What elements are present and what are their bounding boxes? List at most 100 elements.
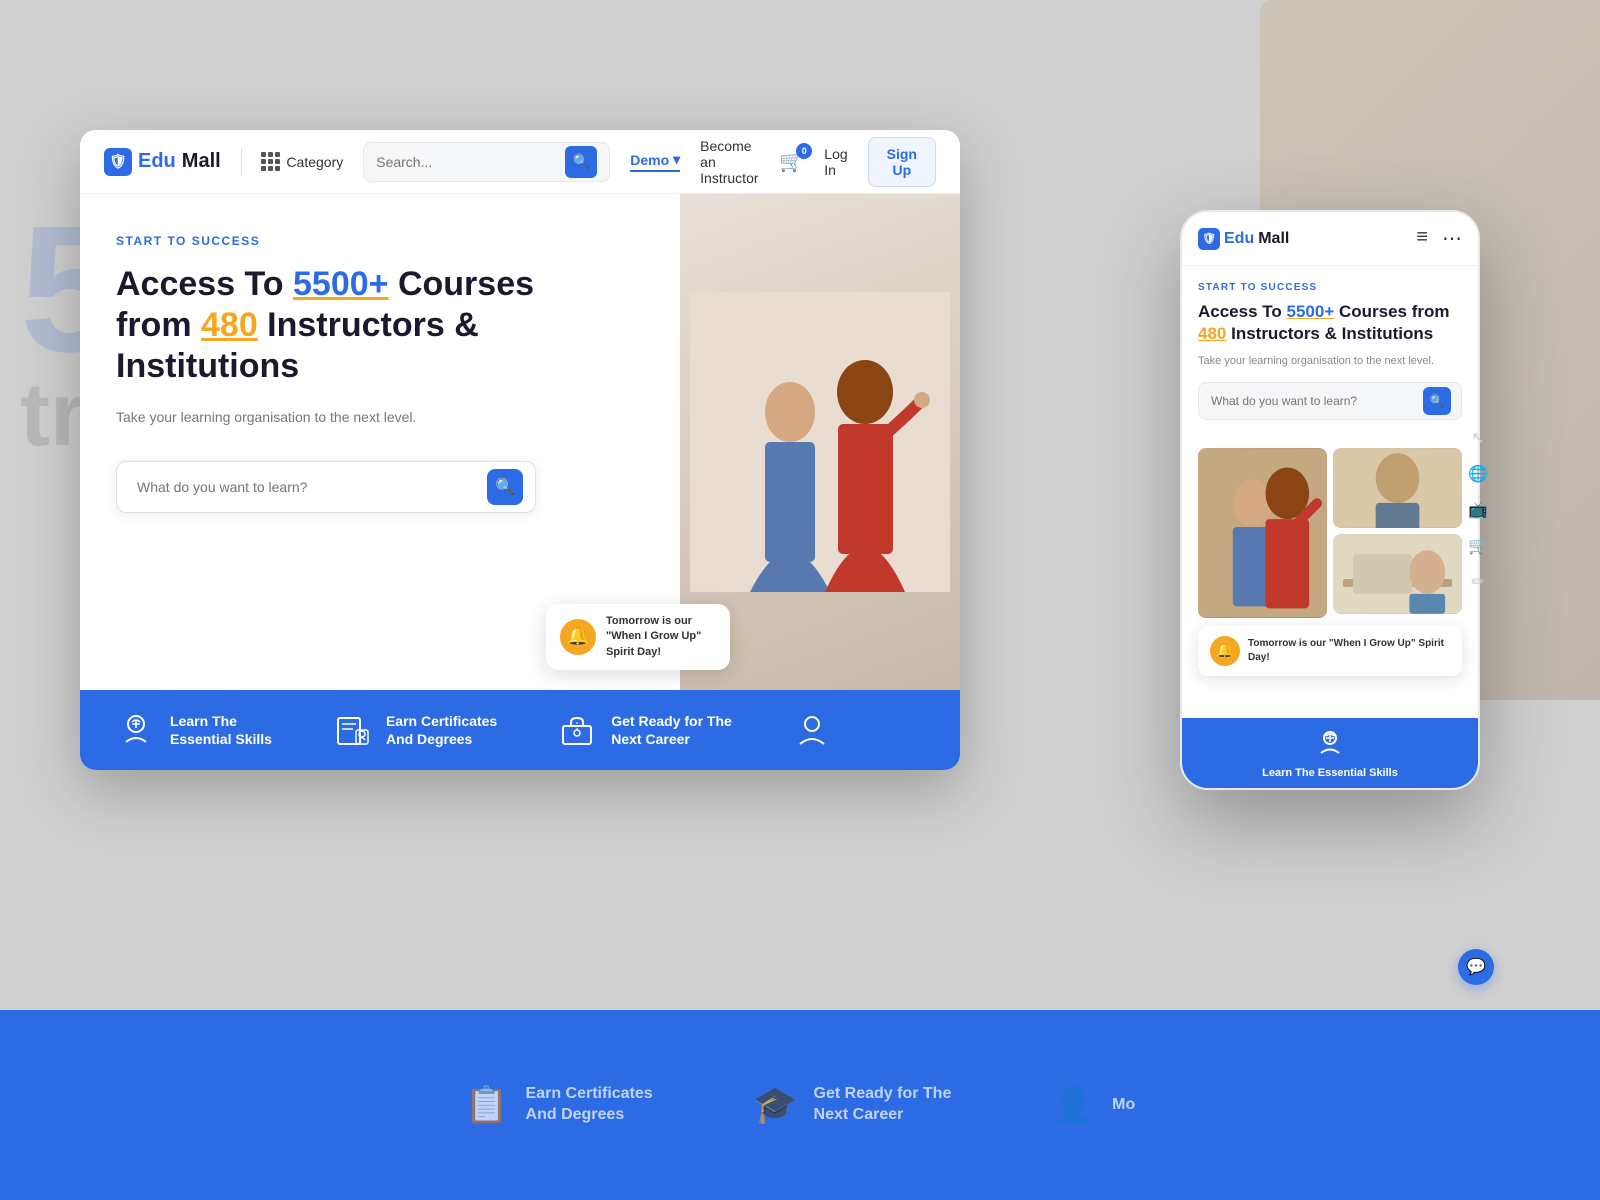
hero-title-part1: Access To (116, 265, 293, 303)
mobile-window: 🛡 EduMall ≡ ⋯ START TO SUCCESS Access To… (1180, 210, 1480, 790)
career-text: Get Ready for The Next Career (814, 1084, 952, 1126)
nav-links: Demo ▾ Become an Instructor 🛒 0 Log In S… (630, 137, 936, 187)
feature-person (792, 710, 832, 750)
certificates-text: Earn Certificates And Degrees (526, 1084, 653, 1126)
mobile-image-1 (1198, 448, 1327, 618)
grid-icon (261, 152, 280, 171)
logo-text-part1: Edu (138, 150, 176, 173)
mobile-bottom-text: Learn The Essential Skills (1262, 767, 1398, 779)
more-line1: Mo (1112, 1095, 1135, 1116)
mobile-images-grid (1182, 436, 1478, 626)
mobile-image-right-col (1333, 448, 1462, 618)
instructor-link[interactable]: Become an Instructor (700, 138, 759, 186)
nav-search-button[interactable]: 🔍 (565, 146, 597, 178)
certificates-icon: 📋 (465, 1084, 510, 1126)
scroll-icon-pen[interactable]: ✏ (1471, 572, 1484, 592)
desktop-notification-bubble: 🔔 Tomorrow is our "When I Grow Up" Spiri… (546, 604, 730, 670)
mobile-title-p2: Courses from (1334, 302, 1449, 321)
mobile-bottom-bar: Learn The Essential Skills (1182, 718, 1478, 788)
feature-learn: Learn The Essential Skills (116, 710, 272, 750)
bottom-feature-certificates: 📋 Earn Certificates And Degrees (465, 1084, 653, 1126)
career-line2: Next Career (611, 730, 732, 748)
earn-text: Earn Certificates And Degrees (386, 712, 497, 748)
desktop-bottom-bar: Learn The Essential Skills Earn Certific… (80, 690, 960, 770)
hero-search-bar[interactable]: 🔍 (116, 461, 536, 513)
scroll-icon-screen[interactable]: 📺 (1468, 500, 1488, 520)
scroll-icon-globe[interactable]: 🌐 (1468, 464, 1488, 484)
logo-icon: 🛡 (104, 148, 132, 176)
chevron-down-icon: ▾ (673, 151, 680, 168)
certificates-line2: And Degrees (526, 1105, 653, 1126)
mobile-hero-title: Access To 5500+ Courses from 480 Instruc… (1198, 301, 1462, 345)
page-bottom-bar: 📋 Earn Certificates And Degrees 🎓 Get Re… (0, 1010, 1600, 1200)
career-icon: 🎓 (753, 1084, 798, 1126)
mobile-notif-text: Tomorrow is our "When I Grow Up" Spirit … (1248, 637, 1450, 665)
mobile-title-h2: 480 (1198, 324, 1226, 343)
mobile-search-bar[interactable]: 🔍 (1198, 382, 1462, 420)
mobile-scrollbar: ↖ 🌐 📺 🛒 ✏ (1466, 220, 1490, 800)
mobile-logo[interactable]: 🛡 EduMall (1198, 228, 1416, 250)
bottom-feature-more: 👤 Mo (1051, 1084, 1135, 1126)
mobile-search-input[interactable] (1211, 394, 1423, 408)
hero-title-highlight2: 480 (201, 306, 258, 344)
hero-search-input[interactable] (137, 479, 487, 495)
category-label: Category (286, 154, 343, 170)
feature-career: Get Ready for The Next Career (557, 710, 732, 750)
learn-line1: Learn The (170, 712, 272, 730)
feature-certificates: Earn Certificates And Degrees (332, 710, 497, 750)
hero-subtitle: START TO SUCCESS (116, 234, 576, 248)
career-text: Get Ready for The Next Career (611, 712, 732, 748)
earn-line1: Earn Certificates (386, 712, 497, 730)
mobile-image-2 (1333, 448, 1462, 528)
person-icon (792, 710, 832, 750)
nav-search-bar[interactable]: 🔍 (363, 142, 610, 182)
mobile-logo-part2: Mall (1258, 230, 1289, 248)
mobile-title-h1: 5500+ (1287, 302, 1335, 321)
hero-content: START TO SUCCESS Access To 5500+ Courses… (116, 234, 576, 650)
more-icon: 👤 (1051, 1084, 1096, 1126)
learn-line2: Essential Skills (170, 730, 272, 748)
mobile-image-3 (1333, 534, 1462, 614)
mobile-search-button[interactable]: 🔍 (1423, 387, 1451, 415)
mobile-bottom-icon (1316, 728, 1344, 763)
mobile-hero-subtitle: START TO SUCCESS (1198, 282, 1462, 293)
nav-divider (241, 148, 242, 176)
hero-description: Take your learning organisation to the n… (116, 406, 576, 428)
nav-search-input[interactable] (376, 154, 557, 170)
bottom-feature-career: 🎓 Get Ready for The Next Career (753, 1084, 952, 1126)
certificates-icon (332, 710, 372, 750)
more-text: Mo (1112, 1095, 1135, 1116)
career-line1: Get Ready for The (611, 712, 732, 730)
mobile-title-p3: Instructors & Institutions (1226, 324, 1433, 343)
hero-people-illustration (690, 292, 950, 592)
scroll-icon-cursor[interactable]: ↖ (1471, 428, 1484, 448)
career-line2: Next Career (814, 1105, 952, 1126)
notification-bell-icon: 🔔 (560, 619, 596, 655)
mobile-nav: 🛡 EduMall ≡ ⋯ (1182, 212, 1478, 266)
career-icon (557, 710, 597, 750)
earn-line2: And Degrees (386, 730, 497, 748)
mobile-logo-part1: Edu (1224, 230, 1254, 248)
mobile-notification: 🔔 Tomorrow is our "When I Grow Up" Spiri… (1198, 626, 1462, 676)
login-button[interactable]: Log In (824, 146, 847, 178)
notification-text: Tomorrow is our "When I Grow Up" Spirit … (606, 614, 716, 660)
desktop-nav: 🛡 EduMall Category 🔍 Demo ▾ Become an In… (80, 130, 960, 194)
mobile-notif-bell: 🔔 (1210, 636, 1240, 666)
scroll-icon-cart[interactable]: 🛒 (1468, 536, 1488, 556)
desktop-hero: START TO SUCCESS Access To 5500+ Courses… (80, 194, 960, 690)
desktop-window: 🛡 EduMall Category 🔍 Demo ▾ Become an In… (80, 130, 960, 770)
mobile-menu-icon[interactable]: ≡ (1416, 226, 1428, 251)
mobile-logo-icon: 🛡 (1198, 228, 1220, 250)
certificates-line1: Earn Certificates (526, 1084, 653, 1105)
hero-title-highlight1: 5500+ (293, 265, 389, 303)
mobile-dots-icon[interactable]: ⋯ (1442, 226, 1462, 251)
cart-badge: 0 (796, 143, 812, 159)
mobile-hero: START TO SUCCESS Access To 5500+ Courses… (1182, 266, 1478, 436)
chat-button[interactable]: 💬 (1458, 949, 1494, 985)
signup-button[interactable]: Sign Up (868, 137, 936, 187)
demo-link[interactable]: Demo ▾ (630, 151, 680, 172)
cart-button[interactable]: 🛒 0 (779, 149, 804, 174)
category-menu[interactable]: Category (261, 152, 343, 171)
hero-search-button[interactable]: 🔍 (487, 469, 523, 505)
desktop-logo[interactable]: 🛡 EduMall (104, 148, 221, 176)
